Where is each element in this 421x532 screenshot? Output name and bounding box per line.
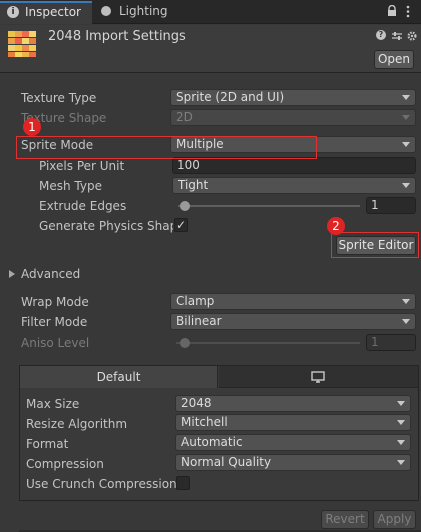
chevron-down-icon <box>402 319 410 324</box>
more-options-icon[interactable] <box>405 5 411 18</box>
extrude-edges-slider-track[interactable] <box>178 205 360 207</box>
gear-icon[interactable] <box>407 30 417 41</box>
step-marker-1: 1 <box>23 118 41 136</box>
compression-dropdown[interactable]: Normal Quality <box>175 454 411 471</box>
filter-mode-dropdown[interactable]: Bilinear <box>170 313 416 330</box>
texture-type-dropdown[interactable]: Sprite (2D and UI) <box>170 89 416 106</box>
use-crunch-label: Use Crunch Compression <box>26 477 177 491</box>
aniso-level-input: 1 <box>366 334 416 351</box>
tab-lighting[interactable]: Lighting <box>95 3 185 23</box>
texture-thumbnail <box>8 31 36 57</box>
tab-label: Lighting <box>119 4 168 18</box>
max-size-label: Max Size <box>26 397 80 411</box>
apply-button: Apply <box>373 510 416 529</box>
chevron-down-icon <box>402 142 410 147</box>
dropdown-value: Normal Quality <box>181 455 272 469</box>
pixels-per-unit-label: Pixels Per Unit <box>39 159 125 173</box>
wrap-mode-dropdown[interactable]: Clamp <box>170 293 416 310</box>
use-crunch-checkbox[interactable] <box>176 476 190 490</box>
dropdown-value: Clamp <box>176 294 215 308</box>
advanced-foldout-label[interactable]: Advanced <box>21 265 80 283</box>
page-title: 2048 Import Settings <box>48 29 186 44</box>
wrap-mode-label: Wrap Mode <box>21 295 89 309</box>
chevron-down-icon <box>397 460 405 465</box>
lock-icon[interactable] <box>387 4 397 17</box>
sprite-mode-highlight <box>16 136 317 159</box>
open-button[interactable]: Open <box>374 50 414 69</box>
tab-label: Inspector <box>25 5 81 19</box>
format-dropdown[interactable]: Automatic <box>175 434 411 451</box>
format-label: Format <box>26 437 69 451</box>
texture-type-label: Texture Type <box>21 91 97 105</box>
chevron-down-icon <box>397 440 405 445</box>
revert-button: Revert <box>321 510 369 529</box>
preset-icon[interactable] <box>392 30 402 40</box>
texture-shape-dropdown: 2D <box>170 109 416 126</box>
mesh-type-dropdown[interactable]: Tight <box>172 177 416 194</box>
step-marker-2: 2 <box>327 217 345 235</box>
dropdown-value: Tight <box>178 178 209 192</box>
extrude-edges-input[interactable]: 1 <box>366 197 416 214</box>
lightbulb-icon <box>101 6 111 16</box>
aniso-level-slider-handle <box>180 338 190 348</box>
generate-physics-label: Generate Physics Shape <box>39 219 173 233</box>
resize-algorithm-label: Resize Algorithm <box>26 417 128 431</box>
tab-standalone-platform[interactable] <box>219 366 418 388</box>
tab-label: Default <box>96 370 141 384</box>
max-size-dropdown[interactable]: 2048 <box>175 395 411 412</box>
dropdown-value: Sprite (2D and UI) <box>176 90 285 104</box>
chevron-down-icon <box>402 95 410 100</box>
resize-algorithm-dropdown[interactable]: Mitchell <box>175 414 411 431</box>
aniso-level-label: Aniso Level <box>21 336 90 350</box>
dropdown-value: Mitchell <box>181 415 228 429</box>
chevron-down-icon <box>402 183 410 188</box>
chevron-down-icon <box>397 401 405 406</box>
dropdown-value: 2048 <box>181 396 212 410</box>
chevron-down-icon <box>402 115 410 120</box>
help-icon[interactable]: ? <box>376 30 386 40</box>
sprite-editor-highlight <box>331 232 419 258</box>
monitor-icon <box>311 371 325 383</box>
dropdown-value: Bilinear <box>176 314 222 328</box>
aniso-level-slider-track <box>176 342 360 344</box>
pixels-per-unit-input[interactable]: 100 <box>172 157 416 174</box>
generate-physics-checkbox[interactable]: ✓ <box>174 218 188 232</box>
dropdown-value: 2D <box>176 110 193 124</box>
info-icon: i <box>7 6 19 18</box>
filter-mode-label: Filter Mode <box>21 315 88 329</box>
tab-default-platform[interactable]: Default <box>20 366 218 388</box>
chevron-down-icon <box>402 299 410 304</box>
compression-label: Compression <box>26 457 104 471</box>
extrude-edges-slider-handle[interactable] <box>180 201 190 211</box>
advanced-foldout-arrow-icon[interactable] <box>9 270 15 278</box>
extrude-edges-label: Extrude Edges <box>39 199 127 213</box>
dropdown-value: Automatic <box>181 435 243 449</box>
mesh-type-label: Mesh Type <box>39 179 102 193</box>
chevron-down-icon <box>397 420 405 425</box>
tab-inspector[interactable]: i Inspector <box>0 1 92 24</box>
